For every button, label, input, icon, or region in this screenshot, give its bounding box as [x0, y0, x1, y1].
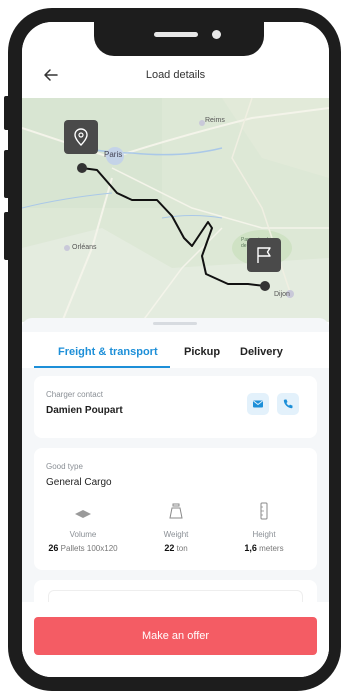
good-card: Good type General Cargo Volume 26 Pallet… [34, 448, 317, 570]
phone-side-button [4, 96, 10, 130]
email-button[interactable] [247, 393, 269, 415]
pallet-icon [75, 510, 91, 518]
phone-side-button [4, 150, 10, 198]
phone-speaker [154, 32, 198, 37]
height-icon [260, 502, 268, 520]
flag-icon [257, 247, 271, 263]
location-pin-icon [74, 128, 88, 146]
drag-handle[interactable] [153, 322, 197, 325]
weight-icon [169, 503, 183, 519]
make-offer-button[interactable]: Make an offer [34, 617, 317, 655]
map-label-orleans: Orléans [72, 244, 97, 251]
route-map[interactable]: Reims Paris Orléans Dijon Parc naturel d… [22, 97, 329, 323]
tab-pickup[interactable]: Pickup [184, 346, 220, 358]
email-icon [253, 400, 263, 408]
phone-screen: Load details Reims Paris Orléans Dijon d… [22, 22, 329, 677]
volume-label: Volume [69, 530, 97, 539]
phone-notch [94, 16, 264, 56]
contact-name: Damien Poupart [46, 405, 123, 416]
tab-bar: Freight & transport Pickup Delivery [22, 332, 329, 368]
good-type-value: General Cargo [46, 477, 112, 488]
weight-value: 22 ton [164, 543, 188, 553]
good-type-label: Good type [46, 462, 83, 471]
active-tab-indicator [34, 366, 170, 368]
contact-card: Charger contact Damien Poupart [34, 376, 317, 438]
height-label: Height [252, 530, 276, 539]
phone-button[interactable] [277, 393, 299, 415]
origin-marker[interactable] [64, 120, 98, 154]
phone-side-button [4, 212, 10, 260]
map-label-dijon: Dijon [274, 291, 290, 298]
destination-marker[interactable] [247, 238, 281, 272]
map-label-paris: Paris [104, 150, 123, 159]
volume-value: 26 Pallets 100x120 [48, 543, 118, 553]
map-label-reims: Reims [205, 117, 225, 124]
phone-icon [283, 399, 293, 409]
tab-delivery[interactable]: Delivery [240, 346, 283, 358]
tab-freight-transport[interactable]: Freight & transport [58, 346, 158, 358]
weight-label: Weight [163, 530, 189, 539]
page-title: Load details [145, 69, 206, 81]
contact-label: Charger contact [46, 390, 103, 399]
height-value: 1,6 meters [244, 543, 284, 553]
phone-camera [212, 30, 221, 39]
